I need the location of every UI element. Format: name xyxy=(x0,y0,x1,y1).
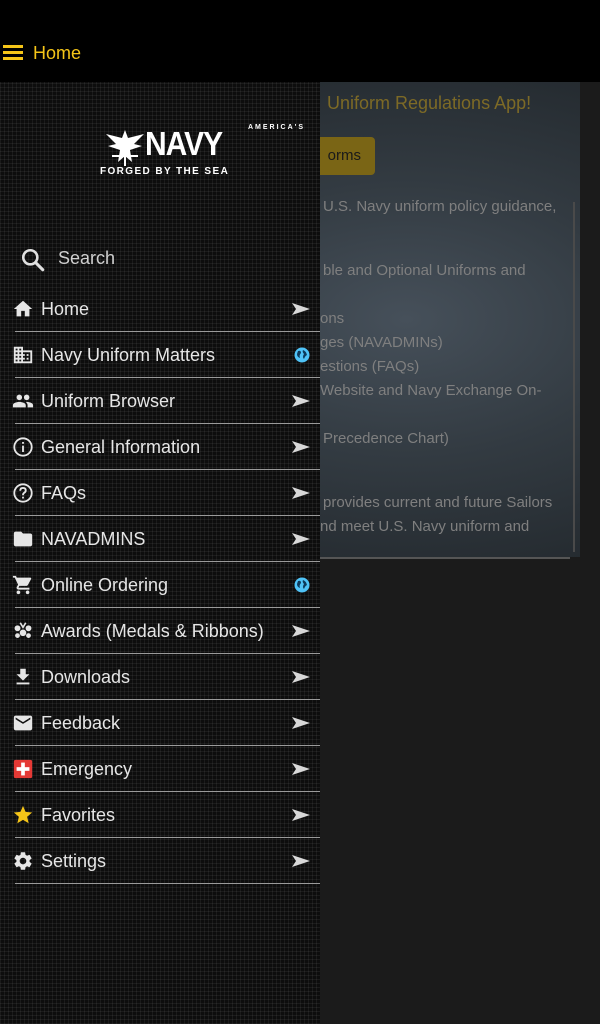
drawer-menu: Home Navy Uniform Matters Uniform Browse… xyxy=(0,286,320,884)
menu-item-feedback[interactable]: Feedback xyxy=(0,700,320,746)
arrow-right-icon xyxy=(292,625,310,637)
eagle-emblem-icon xyxy=(106,130,144,166)
menu-item-label: Feedback xyxy=(41,713,121,733)
content-divider xyxy=(320,557,570,559)
body-text: estions (FAQs) xyxy=(320,358,420,375)
menu-item-label: NAVADMINS xyxy=(41,529,146,549)
mail-icon xyxy=(13,715,33,731)
home-icon xyxy=(13,300,33,317)
menu-item-label: Awards (Medals & Ribbons) xyxy=(41,621,264,641)
medical-cross-icon xyxy=(13,759,33,779)
arrow-right-icon xyxy=(292,487,310,499)
menu-item-favorites[interactable]: Favorites xyxy=(0,792,320,838)
body-text: ons xyxy=(320,310,345,327)
body-text: provides current and future Sailors xyxy=(323,494,553,511)
download-icon xyxy=(16,668,30,685)
menu-item-awards[interactable]: Awards (Medals & Ribbons) xyxy=(0,608,320,654)
menu-item-navy-uniform-matters[interactable]: Navy Uniform Matters xyxy=(0,332,320,378)
menu-item-general-information[interactable]: General Information xyxy=(0,424,320,470)
globe-icon xyxy=(294,577,310,593)
menu-item-faqs[interactable]: FAQs xyxy=(0,470,320,516)
cart-icon xyxy=(12,575,32,595)
logo-small-text: AMERICA'S xyxy=(248,124,305,131)
arrow-right-icon xyxy=(292,395,310,407)
search-icon xyxy=(21,248,45,272)
arrow-right-icon xyxy=(292,303,310,315)
menu-item-home[interactable]: Home xyxy=(0,286,320,332)
folder-icon xyxy=(13,531,33,547)
menu-item-label: Downloads xyxy=(41,667,131,687)
body-text: Website and Navy Exchange On- xyxy=(320,382,542,399)
star-icon xyxy=(13,805,33,824)
search-item[interactable]: Search xyxy=(0,242,320,278)
arrow-right-icon xyxy=(292,533,310,545)
menu-item-label: General Information xyxy=(41,437,201,457)
help-icon xyxy=(13,483,33,503)
gear-icon xyxy=(14,852,32,870)
menu-item-label: Emergency xyxy=(41,759,133,779)
globe-icon xyxy=(294,347,310,363)
menu-item-label: Settings xyxy=(41,851,107,871)
menu-item-navadmins[interactable]: NAVADMINS xyxy=(0,516,320,562)
body-text: ges (NAVADMINs) xyxy=(320,334,443,351)
app-bar: Home xyxy=(0,0,600,82)
body-text: U.S. Navy uniform policy guidance, xyxy=(323,198,557,215)
body-text: nd meet U.S. Navy uniform and xyxy=(320,518,530,535)
menu-item-label: Home xyxy=(41,299,90,319)
menu-item-downloads[interactable]: Downloads xyxy=(0,654,320,700)
logo-navy-text: NAVY xyxy=(145,126,223,163)
arrow-right-icon xyxy=(292,717,310,729)
menu-item-label: FAQs xyxy=(41,483,87,503)
menu-item-settings[interactable]: Settings xyxy=(0,838,320,884)
people-icon xyxy=(12,394,34,408)
app-bar-title: Home xyxy=(33,43,82,63)
info-icon xyxy=(13,437,33,457)
welcome-title: Uniform Regulations App! xyxy=(327,93,532,113)
menu-item-label: Favorites xyxy=(41,805,116,825)
arrow-right-icon xyxy=(292,441,310,453)
logo-tagline: FORGED BY THE SEA xyxy=(100,166,230,177)
building-icon xyxy=(13,346,33,364)
arrow-right-icon xyxy=(292,763,310,775)
menu-icon[interactable] xyxy=(3,45,23,61)
menu-item-label: Navy Uniform Matters xyxy=(41,345,216,365)
menu-item-label: Online Ordering xyxy=(41,575,169,595)
navigation-drawer: AMERICA'S NAVY FORGED BY THE SEA Search … xyxy=(0,82,320,1024)
menu-item-label: Uniform Browser xyxy=(41,391,176,411)
body-text: ble and Optional Uniforms and xyxy=(323,262,526,279)
divider xyxy=(15,883,320,884)
menu-item-uniform-browser[interactable]: Uniform Browser xyxy=(0,378,320,424)
medals-icon xyxy=(14,622,32,638)
body-text: Precedence Chart) xyxy=(323,430,449,447)
menu-item-online-ordering[interactable]: Online Ordering xyxy=(0,562,320,608)
arrow-right-icon xyxy=(292,855,310,867)
menu-item-emergency[interactable]: Emergency xyxy=(0,746,320,792)
arrow-right-icon xyxy=(292,671,310,683)
search-label: Search xyxy=(58,248,116,268)
arrow-right-icon xyxy=(292,809,310,821)
content-divider xyxy=(573,202,575,552)
navy-logo: AMERICA'S NAVY FORGED BY THE SEA xyxy=(100,124,303,180)
